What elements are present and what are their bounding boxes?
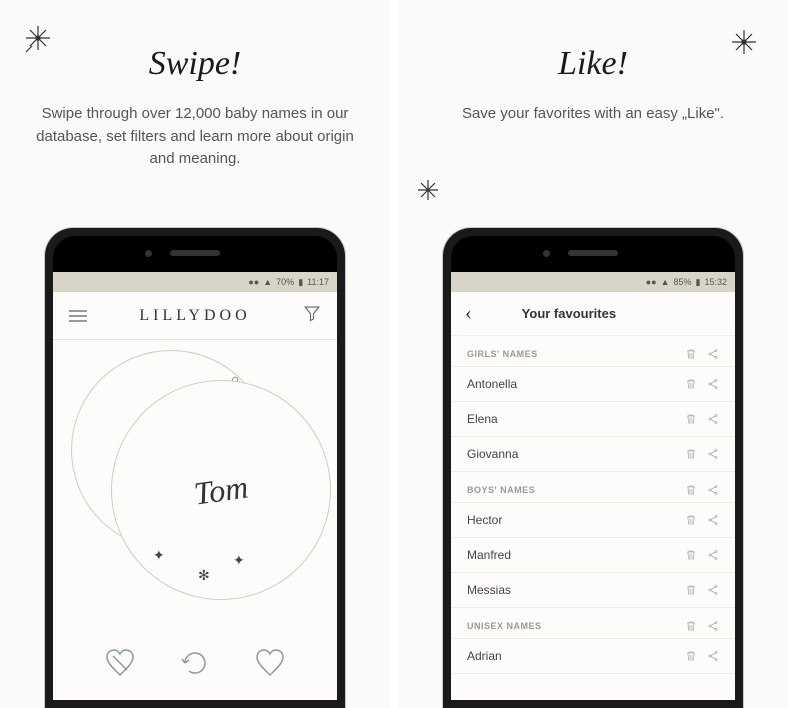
action-bar <box>53 640 337 700</box>
favorites-list[interactable]: GIRLS' NAMESAntonellaElenaGiovannaBOYS' … <box>451 336 735 700</box>
app-header: LILLYDOO <box>53 292 337 340</box>
favorites-header: ‹ Your favourites <box>451 292 735 336</box>
filter-icon[interactable] <box>303 304 321 327</box>
trash-icon[interactable] <box>685 650 697 662</box>
sparkle-icon: ✻ <box>198 568 210 585</box>
menu-icon[interactable] <box>69 310 87 322</box>
list-item[interactable]: Hector <box>451 503 735 538</box>
sparkle-icon: ✦ <box>233 553 245 570</box>
share-icon[interactable] <box>707 413 719 425</box>
phone-mockup: ●●▲85%▮15:32 ‹ Your favourites GIRLS' NA… <box>443 228 743 708</box>
sparkle-icon <box>724 22 764 67</box>
share-icon[interactable] <box>707 514 719 526</box>
share-icon[interactable] <box>707 348 719 360</box>
phone-mockup: ●●▲70%▮11:17 LILLYDOO ♀ <box>45 228 345 708</box>
trash-icon[interactable] <box>685 378 697 390</box>
panel-title: Like! <box>413 45 773 83</box>
share-icon[interactable] <box>707 584 719 596</box>
share-icon[interactable] <box>707 650 719 662</box>
list-section-header: UNISEX NAMES <box>451 608 735 639</box>
app-title: LILLYDOO <box>139 307 250 325</box>
trash-icon[interactable] <box>685 514 697 526</box>
list-item[interactable]: Adrian <box>451 639 735 674</box>
panel-title: Swipe! <box>15 45 375 83</box>
panel-subtitle: Swipe through over 12,000 baby names in … <box>15 103 375 171</box>
trash-icon[interactable] <box>685 448 697 460</box>
panel-swipe: Swipe! Swipe through over 12,000 baby na… <box>0 0 390 708</box>
share-icon[interactable] <box>707 484 719 496</box>
share-icon[interactable] <box>707 448 719 460</box>
trash-icon[interactable] <box>685 620 697 632</box>
list-section-header: GIRLS' NAMES <box>451 336 735 367</box>
list-item[interactable]: Messias <box>451 573 735 608</box>
screen-title: Your favourites <box>522 306 616 321</box>
undo-button[interactable] <box>179 647 211 684</box>
trash-icon[interactable] <box>685 584 697 596</box>
share-icon[interactable] <box>707 549 719 561</box>
share-icon[interactable] <box>707 378 719 390</box>
list-item[interactable]: Antonella <box>451 367 735 402</box>
dislike-button[interactable] <box>104 647 136 684</box>
trash-icon[interactable] <box>685 348 697 360</box>
back-icon[interactable]: ‹ <box>465 302 472 325</box>
sparkle-icon <box>18 18 58 63</box>
swipe-area[interactable]: ♀ Tom ✦ ✻ ✦ <box>53 340 337 640</box>
list-item[interactable]: Manfred <box>451 538 735 573</box>
trash-icon[interactable] <box>685 484 697 496</box>
list-section-header: BOYS' NAMES <box>451 472 735 503</box>
status-bar: ●●▲70%▮11:17 <box>53 272 337 292</box>
trash-icon[interactable] <box>685 413 697 425</box>
list-item[interactable]: Elena <box>451 402 735 437</box>
like-button[interactable] <box>254 647 286 684</box>
list-item[interactable]: Giovanna <box>451 437 735 472</box>
status-bar: ●●▲85%▮15:32 <box>451 272 735 292</box>
trash-icon[interactable] <box>685 549 697 561</box>
name-text: Tom <box>192 468 251 512</box>
panel-like: Like! Save your favorites with an easy „… <box>398 0 788 708</box>
sparkle-icon <box>408 170 448 215</box>
panel-subtitle: Save your favorites with an easy „Like". <box>413 103 773 126</box>
share-icon[interactable] <box>707 620 719 632</box>
sparkle-icon: ✦ <box>153 548 165 565</box>
